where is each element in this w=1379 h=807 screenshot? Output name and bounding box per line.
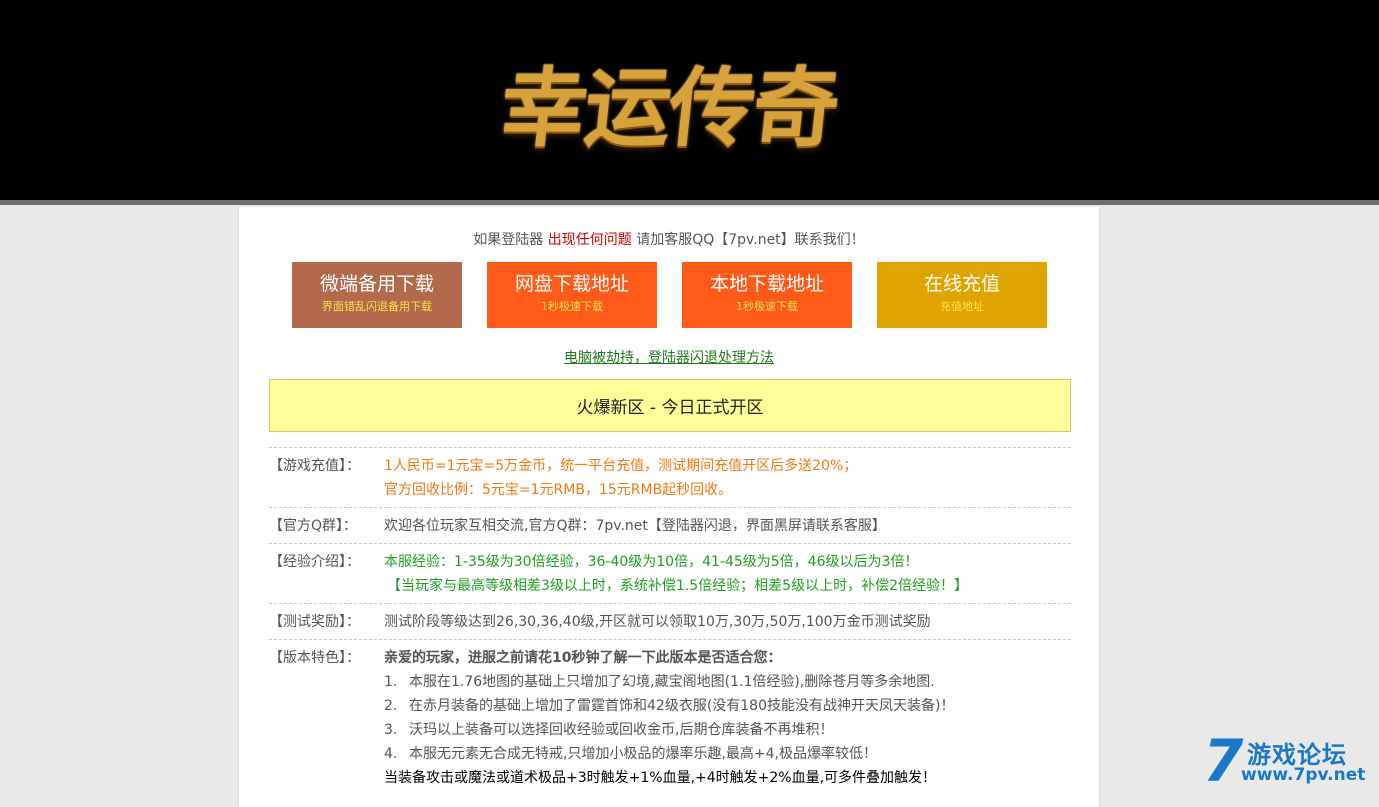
local-download-button[interactable]: 本地下载地址 1秒极速下载: [682, 262, 852, 328]
info-row-exp: 【经验介绍】： 本服经验：1-35级为30倍经验，36-40级为10倍，41-4…: [269, 543, 1071, 603]
list-text: 沃玛以上装备可以选择回收经验或回收金币,后期仓库装备不再堆积！: [409, 722, 834, 738]
button-label: 在线充值: [923, 273, 1000, 295]
features-intro: 亲爱的玩家，进服之前请花10秒钟了解一下此版本是否适合您：: [384, 650, 782, 666]
watermark-url: www.7pv.net: [1241, 765, 1366, 785]
recycle-rate-text: 官方回收比例：5元宝=1元RMB，15元RMB起秒回收。: [384, 482, 733, 498]
list-item: 4. 本服无元素无合成无特戒,只增加小极品的爆率乐趣,最高+4,极品爆率较低！: [384, 742, 1071, 766]
list-number: 4.: [384, 746, 398, 762]
info-label: 【测试奖励】：: [269, 614, 360, 630]
new-server-banner: 火爆新区 - 今日正式开区: [269, 379, 1071, 432]
cloud-download-button[interactable]: 网盘下载地址 1秒极速下载: [487, 262, 657, 328]
button-label: 网盘下载地址: [514, 273, 629, 295]
online-recharge-button[interactable]: 在线充值 充值地址: [877, 262, 1047, 328]
server-info-list: 【游戏充值】： 1人民币=1元宝=5万金币，统一平台充值，测试期间充值开区后多送…: [269, 447, 1071, 795]
button-label: 本地下载地址: [709, 273, 824, 295]
info-label: 【经验介绍】：: [269, 554, 360, 570]
info-row-features: 【版本特色】： 亲爱的玩家，进服之前请花10秒钟了解一下此版本是否适合您： 1.…: [269, 639, 1071, 795]
recharge-rate-text: 1人民币=1元宝=5万金币，统一平台充值，测试期间充值开区后多送20%；: [384, 458, 858, 474]
hijack-fix-link[interactable]: 电脑被劫持，登陆器闪退处理方法: [239, 347, 1099, 367]
header-divider: [0, 200, 1379, 205]
list-text: 在赤月装备的基础上增加了雷霆首饰和42级衣服(没有180技能没有战神开天凤天装备…: [409, 698, 955, 714]
exp-compensation-text: 【当玩家与最高等级相差3级以上时，系统补偿1.5倍经验；相差5级以上时，补偿2倍…: [387, 578, 968, 594]
info-row-qq-group: 【官方Q群】： 欢迎各位玩家互相交流,官方Q群：7pv.net【登陆器闪退，界面…: [269, 507, 1071, 543]
notice-text-after: 请加客服QQ【7pv.net】联系我们！: [631, 232, 865, 248]
watermark-digit: 7: [1203, 727, 1244, 795]
button-sublabel: 1秒极速下载: [736, 300, 798, 313]
features-list: 1. 本服在1.76地图的基础上只增加了幻境,藏宝阁地图(1.1倍经验),删除苍月…: [384, 670, 1071, 766]
info-row-test-reward: 【测试奖励】： 测试阶段等级达到26,30,36,40级,开区就可以领取10万,…: [269, 603, 1071, 639]
info-row-recharge: 【游戏充值】： 1人民币=1元宝=5万金币，统一平台充值，测试期间充值开区后多送…: [269, 447, 1071, 507]
notice-highlight: 出现任何问题: [547, 232, 632, 248]
test-reward-text: 测试阶段等级达到26,30,36,40级,开区就可以领取10万,30万,50万,…: [384, 614, 931, 630]
forum-watermark: 7 游戏论坛 www.7pv.net: [1203, 727, 1373, 795]
button-sublabel: 充值地址: [940, 300, 984, 313]
list-text: 本服在1.76地图的基础上只增加了幻境,藏宝阁地图(1.1倍经验),删除苍月等多…: [409, 674, 935, 690]
list-item: 3. 沃玛以上装备可以选择回收经验或回收金币,后期仓库装备不再堆积！: [384, 718, 1071, 742]
qq-group-text: 欢迎各位玩家互相交流,官方Q群：7pv.net【登陆器闪退，界面黑屏请联系客服】: [384, 518, 886, 534]
info-label: 【官方Q群】：: [269, 518, 358, 534]
support-notice: 如果登陆器 出现任何问题 请加客服QQ【7pv.net】联系我们！: [239, 229, 1099, 249]
list-item: 1. 本服在1.76地图的基础上只增加了幻境,藏宝阁地图(1.1倍经验),删除苍月…: [384, 670, 1071, 694]
header-banner: 幸运传奇: [0, 0, 1379, 200]
micro-client-download-button[interactable]: 微端备用下载 界面错乱闪退备用下载: [292, 262, 462, 328]
game-logo: 幸运传奇: [495, 58, 843, 159]
features-extra: 当装备攻击或魔法或道术极品+3时触发+1%血量,+4时触发+2%血量,可多件叠加…: [384, 770, 937, 786]
list-text: 本服无元素无合成无特戒,只增加小极品的爆率乐趣,最高+4,极品爆率较低！: [409, 746, 877, 762]
notice-text-before: 如果登陆器: [473, 232, 548, 248]
exp-rate-text: 本服经验：1-35级为30倍经验，36-40级为10倍，41-45级为5倍，46…: [384, 554, 919, 570]
main-content: 如果登陆器 出现任何问题 请加客服QQ【7pv.net】联系我们！ 微端备用下载…: [238, 207, 1100, 807]
button-label: 微端备用下载: [319, 273, 434, 295]
list-item: 2. 在赤月装备的基础上增加了雷霆首饰和42级衣服(没有180技能没有战神开天凤天…: [384, 694, 1071, 718]
list-number: 1.: [384, 674, 398, 690]
list-number: 3.: [384, 722, 398, 738]
info-label: 【版本特色】：: [269, 650, 360, 666]
list-number: 2.: [384, 698, 398, 714]
button-sublabel: 1秒极速下载: [541, 300, 603, 313]
info-label: 【游戏充值】：: [269, 458, 360, 474]
button-sublabel: 界面错乱闪退备用下载: [322, 300, 432, 313]
